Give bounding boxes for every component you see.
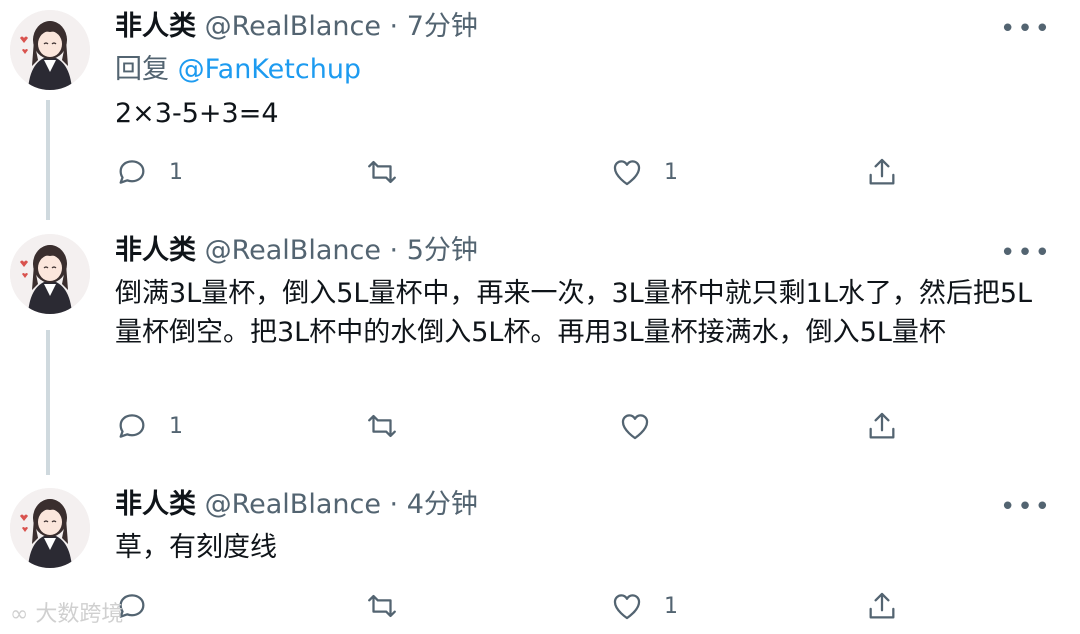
share-icon (869, 412, 895, 439)
reply-icon (119, 414, 145, 438)
separator-dot: · (389, 235, 399, 266)
heart-icon (613, 594, 641, 620)
retweet-icon (368, 160, 396, 184)
reply-button[interactable]: 1 (115, 152, 183, 192)
action-bar: 1 1 (115, 152, 915, 192)
more-options-icon[interactable]: ••• (1000, 238, 1052, 268)
tweet-header: 非人类 @RealBlance · 4分钟 (115, 488, 478, 522)
share-icon (869, 158, 895, 185)
retweet-icon (368, 414, 396, 438)
reply-count: 1 (169, 413, 183, 439)
share-button[interactable] (865, 406, 899, 446)
reply-prefix: 回复 (115, 54, 169, 85)
separator-dot: · (389, 11, 399, 42)
reply-count: 1 (169, 159, 183, 185)
watermark-logo-icon: ∞ (10, 602, 29, 627)
share-icon (869, 592, 895, 619)
user-handle[interactable]: @RealBlance (205, 235, 381, 266)
retweet-button[interactable] (365, 406, 419, 446)
more-options-icon[interactable]: ••• (1000, 492, 1052, 522)
display-name[interactable]: 非人类 (115, 11, 196, 42)
display-name[interactable]: 非人类 (115, 235, 196, 266)
timestamp[interactable]: 7分钟 (407, 11, 478, 42)
tweet[interactable]: 非人类 @RealBlance · 5分钟 ••• 倒满3L量杯，倒入5L量杯中… (0, 224, 1080, 474)
retweet-icon (368, 594, 396, 618)
more-options-icon[interactable]: ••• (1000, 14, 1052, 44)
tweet-header: 非人类 @RealBlance · 5分钟 (115, 234, 478, 268)
retweet-button[interactable] (365, 586, 419, 626)
like-count: 1 (664, 593, 678, 619)
user-handle[interactable]: @RealBlance (205, 489, 381, 520)
action-bar: 1 (115, 406, 915, 446)
tweet-text: 倒满3L量杯，倒入5L量杯中，再来一次，3L量杯中就只剩1L水了，然后把5L量杯… (115, 278, 1033, 348)
reply-icon (119, 160, 145, 184)
tweet-header: 非人类 @RealBlance · 7分钟 (115, 10, 478, 44)
mention-link[interactable]: @FanKetchup (178, 54, 361, 85)
tweet[interactable]: 非人类 @RealBlance · 7分钟 ••• 回复 @FanKetchup… (0, 0, 1080, 220)
tweet-text: 草，有刻度线 (115, 532, 277, 563)
like-button[interactable]: 1 (610, 152, 678, 192)
like-button[interactable]: 1 (610, 586, 678, 626)
user-handle[interactable]: @RealBlance (205, 11, 381, 42)
avatar[interactable] (10, 234, 90, 314)
display-name[interactable]: 非人类 (115, 489, 196, 520)
retweet-button[interactable] (365, 152, 419, 192)
reply-context: 回复 @FanKetchup (115, 53, 361, 87)
watermark-text: 大数跨境 (35, 602, 124, 627)
timestamp[interactable]: 5分钟 (407, 235, 478, 266)
separator-dot: · (389, 489, 399, 520)
heart-icon (613, 160, 641, 186)
timestamp[interactable]: 4分钟 (407, 489, 478, 520)
avatar[interactable] (10, 10, 90, 90)
share-button[interactable] (865, 586, 899, 626)
heart-icon (621, 414, 649, 440)
reply-button[interactable]: 1 (115, 406, 183, 446)
like-count: 1 (664, 159, 678, 185)
tweet[interactable]: 非人类 @RealBlance · 4分钟 ••• 草，有刻度线 1 (0, 478, 1080, 634)
share-button[interactable] (865, 152, 899, 192)
like-button[interactable] (618, 406, 672, 446)
avatar[interactable] (10, 488, 90, 568)
action-bar: 1 (115, 586, 915, 626)
tweet-text: 2×3-5+3=4 (115, 98, 279, 129)
watermark: ∞ 大数跨境 (10, 596, 123, 628)
